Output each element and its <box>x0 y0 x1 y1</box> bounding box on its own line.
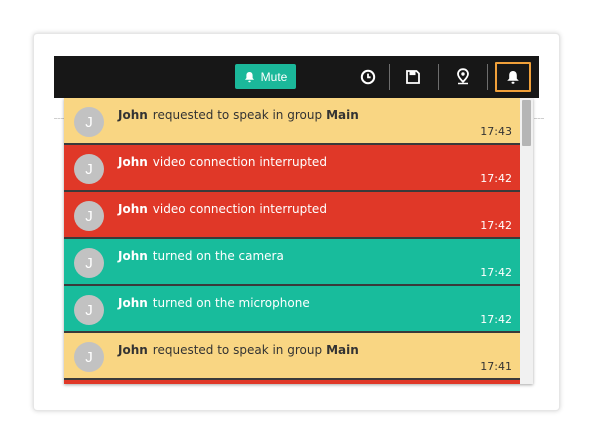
notification-item[interactable]: J John requested to speak in group Main 17:4… <box>64 98 520 145</box>
notifications-panel: J John requested to speak in group Main 17:4… <box>64 98 533 384</box>
avatar: J <box>74 342 104 372</box>
bell-icon <box>244 71 254 82</box>
user-name: John <box>118 343 148 357</box>
notification-item[interactable]: J John video connection interrupted 17:42 <box>64 145 520 192</box>
notification-text: requested to speak in group <box>152 108 323 122</box>
mute-button-label: Mute <box>260 69 288 84</box>
notification-text: turned on the microphone <box>152 296 310 310</box>
location-pin-icon[interactable] <box>449 64 477 90</box>
divider-right <box>534 118 544 119</box>
avatar: J <box>74 248 104 278</box>
notification-text: video connection interrupted <box>152 202 327 216</box>
history-clock-icon[interactable] <box>354 64 382 90</box>
timestamp: 17:43 <box>480 125 512 138</box>
timestamp: 17:42 <box>480 219 512 232</box>
timestamp: 17:42 <box>480 172 512 185</box>
notification-item-partial[interactable] <box>64 380 520 384</box>
user-name: John <box>118 155 148 169</box>
notification-item[interactable]: J John video connection interrupted 17:42 <box>64 192 520 239</box>
user-name: John <box>118 108 148 122</box>
user-name: John <box>118 249 148 263</box>
avatar: J <box>74 107 104 137</box>
toolbar-separator <box>438 64 439 90</box>
notification-text: turned on the camera <box>152 249 284 263</box>
user-name: John <box>118 296 148 310</box>
notification-text: video connection interrupted <box>152 155 327 169</box>
notification-text: requested to speak in group <box>152 343 323 357</box>
notifications-bell-icon[interactable] <box>495 62 531 92</box>
notification-message: John turned on the microphone <box>118 296 310 310</box>
save-floppy-icon[interactable] <box>399 64 427 90</box>
notification-item[interactable]: J John turned on the camera 17:42 <box>64 239 520 286</box>
notification-message: John requested to speak in group Main <box>118 343 359 357</box>
timestamp: 17:42 <box>480 313 512 326</box>
timestamp: 17:42 <box>480 266 512 279</box>
top-toolbar: Mute <box>54 56 539 98</box>
avatar: J <box>74 201 104 231</box>
user-name: John <box>118 202 148 216</box>
notification-message: John requested to speak in group Main <box>118 108 359 122</box>
notification-message: John video connection interrupted <box>118 202 327 216</box>
app-card: Mute J John requested to speak in group … <box>33 33 560 411</box>
notification-item[interactable]: J John requested to speak in group Main 17:4… <box>64 333 520 380</box>
avatar: J <box>74 295 104 325</box>
timestamp: 17:41 <box>480 360 512 373</box>
group-name: Main <box>326 343 359 357</box>
notification-message: John video connection interrupted <box>118 155 327 169</box>
divider-left <box>54 118 64 119</box>
avatar: J <box>74 154 104 184</box>
scrollbar-thumb[interactable] <box>522 100 531 146</box>
notification-item[interactable]: J John turned on the microphone 17:42 <box>64 286 520 333</box>
mute-button[interactable]: Mute <box>235 64 296 89</box>
toolbar-separator <box>389 64 390 90</box>
scrollbar-track[interactable] <box>520 98 533 384</box>
notifications-list: J John requested to speak in group Main 17:4… <box>64 98 520 384</box>
notification-message: John turned on the camera <box>118 249 284 263</box>
group-name: Main <box>326 108 359 122</box>
toolbar-separator <box>487 64 488 90</box>
